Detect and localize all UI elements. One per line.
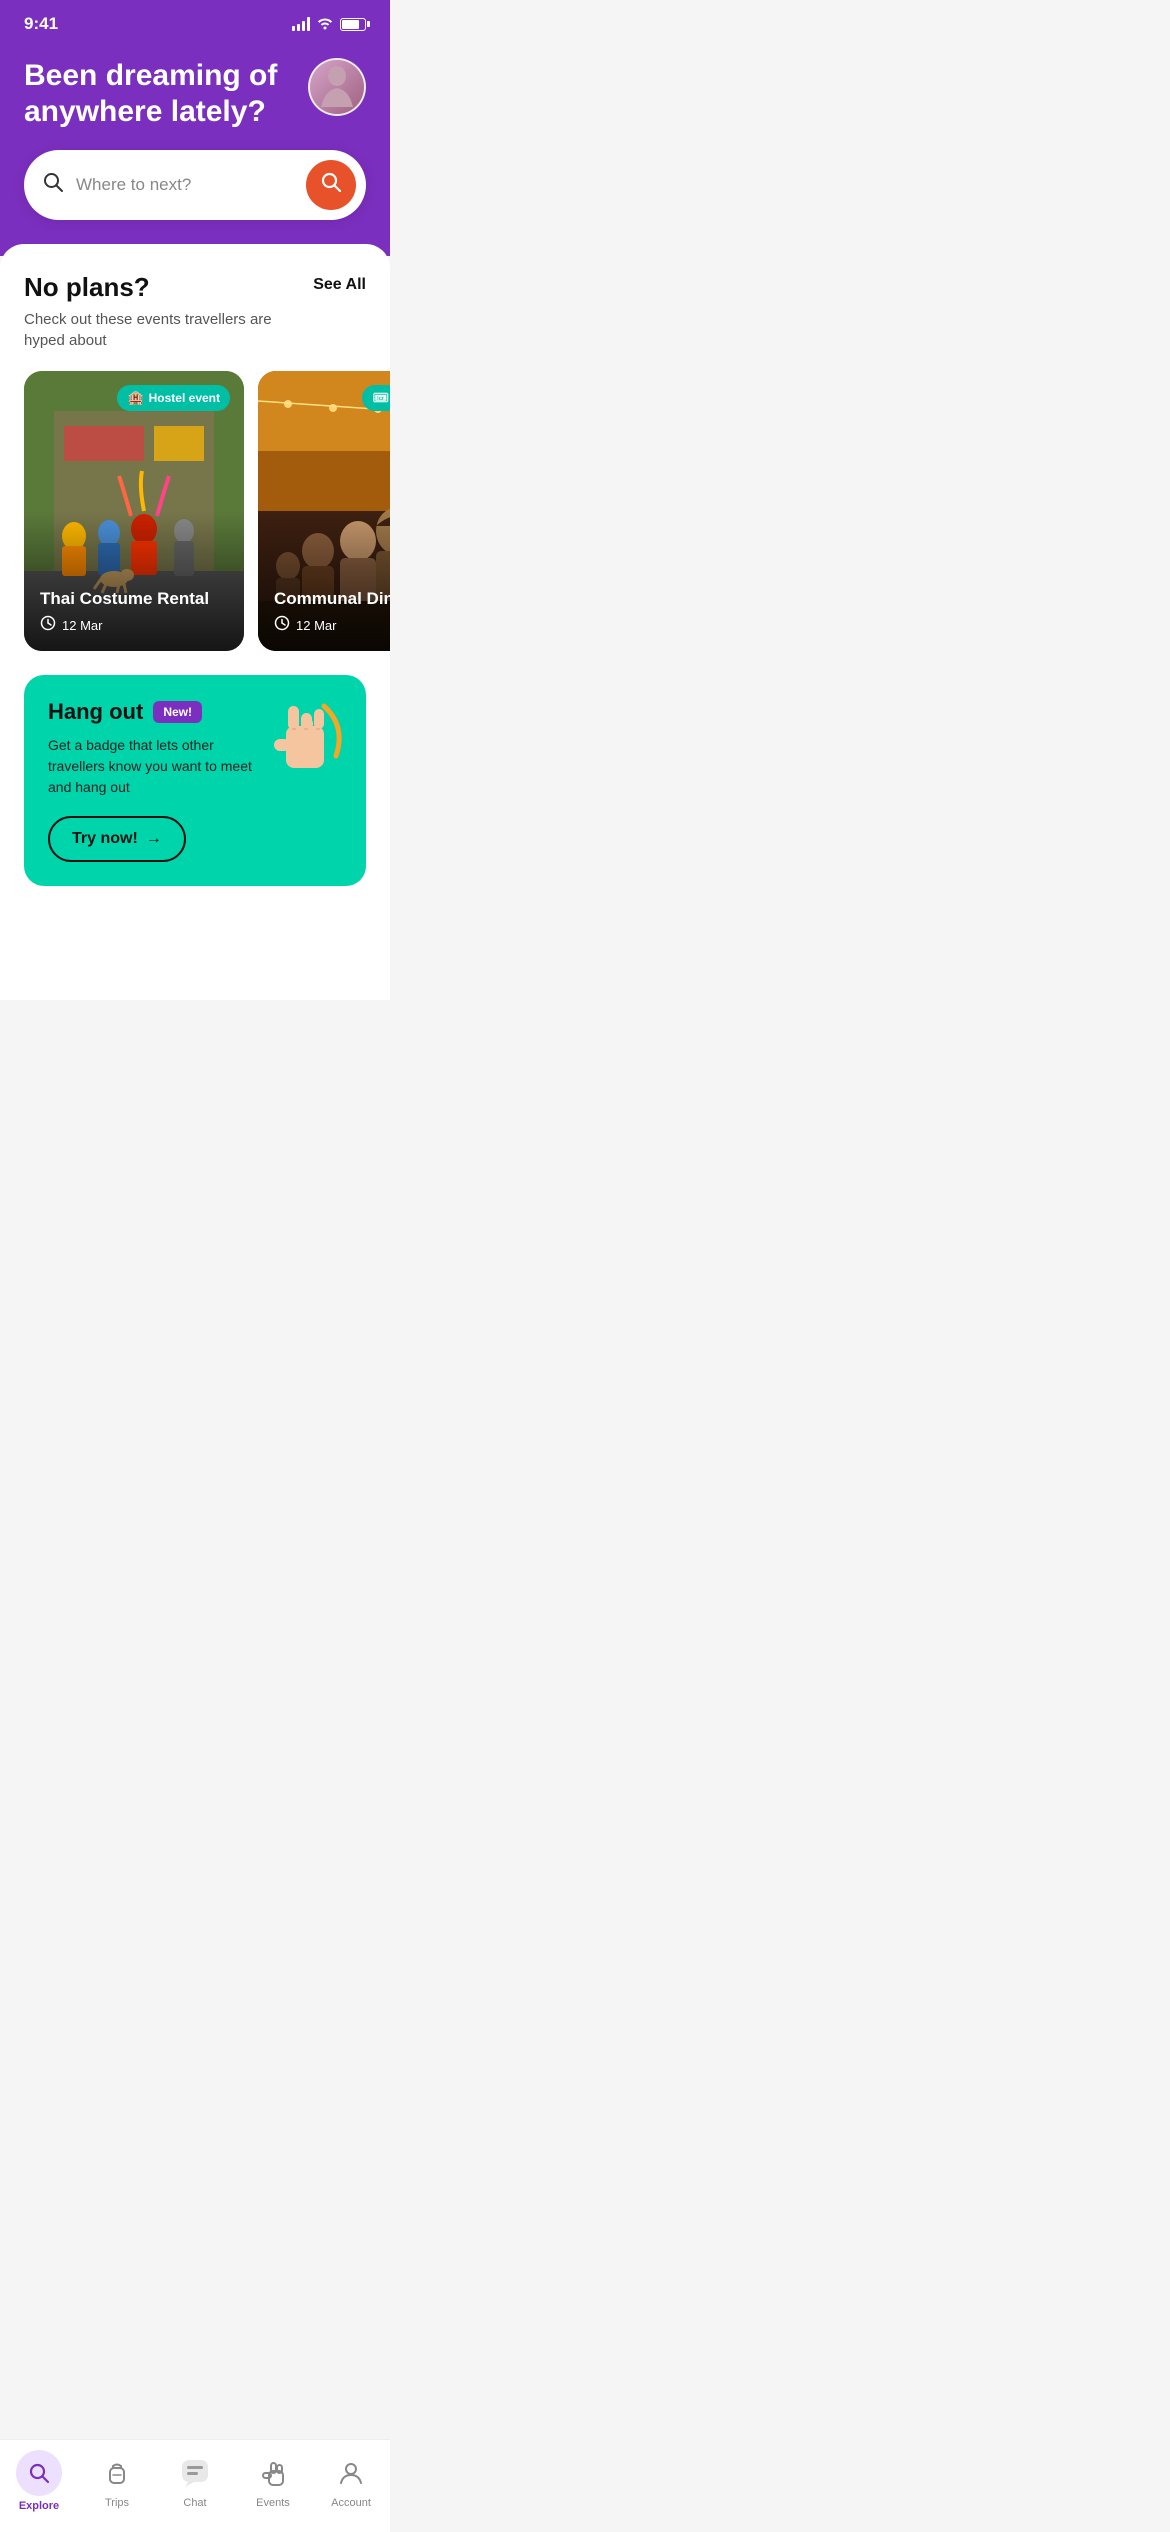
event-badge-1: 🏨 Hostel event [117, 385, 230, 411]
nav-item-chat[interactable]: Chat [156, 2453, 234, 2509]
status-time: 9:41 [24, 14, 58, 34]
no-plans-section-header: No plans? Check out these events travell… [0, 272, 390, 351]
search-placeholder: Where to next? [76, 175, 306, 195]
main-content: No plans? Check out these events travell… [0, 244, 390, 1000]
wifi-icon [316, 16, 334, 33]
signal-icon [292, 17, 310, 31]
hangout-title: Hang out [48, 699, 143, 725]
nav-item-account[interactable]: Account [312, 2453, 390, 2509]
new-badge: New! [153, 701, 202, 723]
chat-icon [180, 2458, 210, 2488]
wave-hand-icon [259, 2459, 287, 2487]
events-icon-wrap [253, 2453, 293, 2493]
no-plans-title: No plans? [24, 272, 313, 303]
try-now-button[interactable]: Try now! → [48, 816, 186, 862]
event-date-1: 12 Mar [40, 615, 228, 635]
event-card-1[interactable]: 🏨 Hostel event Thai Costume Rental 12 Ma… [24, 371, 244, 651]
status-icons [292, 16, 366, 33]
search-bar[interactable]: Where to next? [24, 150, 366, 220]
event-card-2[interactable]: 🎟 Free event Communal Dinn... 12 Mar [258, 371, 390, 651]
hangout-section: Hang out New! Get a badge that lets othe… [0, 651, 390, 910]
nav-item-trips[interactable]: Trips [78, 2453, 156, 2509]
bottom-nav: Explore Trips Chat [0, 2439, 390, 2532]
hangout-card: Hang out New! Get a badge that lets othe… [24, 675, 366, 886]
event-name-2: Communal Dinn... [274, 589, 390, 609]
clock-icon-1 [40, 615, 56, 635]
search-button-icon [320, 171, 342, 199]
free-icon: 🎟 [372, 390, 389, 406]
trips-icon-wrap [97, 2453, 137, 2493]
clock-icon-2 [274, 615, 290, 635]
events-scroll: 🏨 Hostel event Thai Costume Rental 12 Ma… [0, 371, 390, 651]
event-name-1: Thai Costume Rental [40, 589, 228, 609]
hangout-illustration [266, 691, 346, 786]
battery-icon [340, 18, 366, 31]
person-icon [338, 2460, 364, 2486]
no-plans-subtitle: Check out these events travellers are hy… [24, 309, 313, 351]
hangout-description: Get a badge that lets other travellers k… [48, 735, 254, 798]
see-all-button[interactable]: See All [313, 272, 366, 294]
nav-label-trips: Trips [105, 2497, 129, 2509]
hostel-icon: 🏨 [127, 390, 143, 406]
nav-label-chat: Chat [183, 2497, 206, 2509]
nav-item-events[interactable]: Events [234, 2453, 312, 2509]
avatar[interactable] [308, 58, 366, 116]
nav-label-explore: Explore [19, 2500, 59, 2512]
backpack-icon [104, 2460, 130, 2486]
header: Been dreaming of anywhere lately? Where … [0, 42, 390, 256]
nav-label-account: Account [331, 2497, 371, 2509]
search-button[interactable] [306, 160, 356, 210]
event-badge-2: 🎟 Free event [362, 385, 390, 411]
header-title: Been dreaming of anywhere lately? [24, 58, 284, 130]
search-left-icon [42, 171, 64, 199]
account-icon-wrap [331, 2453, 371, 2493]
chat-icon-wrap [175, 2453, 215, 2493]
nav-item-explore[interactable]: Explore [0, 2450, 78, 2512]
status-bar: 9:41 [0, 0, 390, 42]
try-now-arrow: → [146, 830, 162, 848]
event-date-2: 12 Mar [274, 615, 390, 635]
try-now-label: Try now! [72, 830, 138, 848]
explore-icon-bg [16, 2450, 62, 2496]
nav-label-events: Events [256, 2497, 290, 2509]
